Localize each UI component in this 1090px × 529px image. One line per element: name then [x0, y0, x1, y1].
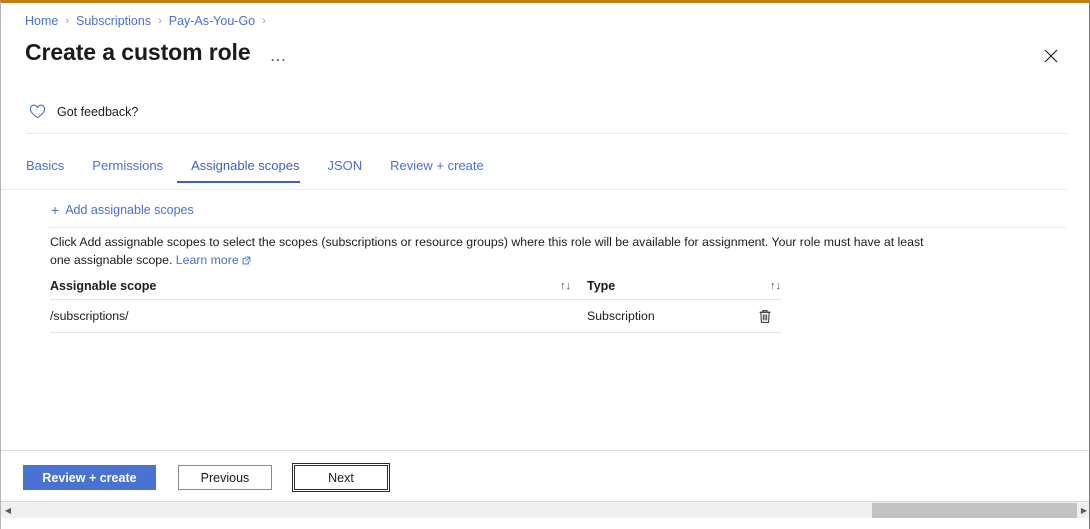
got-feedback-link[interactable]: Got feedback? [29, 104, 138, 119]
cell-type: Subscription [587, 309, 655, 323]
azure-portal-window: Home › Subscriptions › Pay-As-You-Go › C… [0, 0, 1090, 529]
close-button[interactable] [1038, 43, 1064, 69]
description-text: Click Add assignable scopes to select th… [50, 234, 940, 271]
scroll-left-arrow-icon[interactable]: ◀ [1, 502, 15, 519]
external-link-icon [242, 253, 251, 271]
tab-permissions[interactable]: Permissions [78, 158, 177, 183]
add-assignable-scopes-button[interactable]: + Add assignable scopes [49, 199, 196, 221]
breadcrumb-separator-icon: › [65, 15, 70, 27]
wizard-tabs: Basics Permissions Assignable scopes JSO… [26, 158, 498, 183]
breadcrumb-separator-icon: › [262, 15, 266, 27]
sort-icon[interactable]: ↑↓ [560, 280, 571, 292]
tab-json[interactable]: JSON [314, 158, 377, 183]
page-title: Create a custom role [25, 39, 251, 65]
footer-divider [1, 450, 1089, 451]
scroll-right-arrow-icon[interactable]: ▶ [1077, 502, 1089, 519]
breadcrumb-separator-icon: › [158, 15, 162, 27]
add-assignable-scopes-label: Add assignable scopes [65, 203, 194, 217]
breadcrumb-item-pay-as-you-go[interactable]: Pay-As-You-Go [169, 14, 255, 28]
clipped-content-strip [1, 518, 1089, 529]
tab-assignable-scopes[interactable]: Assignable scopes [177, 158, 313, 183]
tab-review-create[interactable]: Review + create [376, 158, 498, 183]
delete-icon [759, 309, 771, 323]
previous-button[interactable]: Previous [178, 465, 272, 490]
review-create-button[interactable]: Review + create [23, 465, 156, 490]
breadcrumb: Home › Subscriptions › Pay-As-You-Go › [25, 14, 266, 28]
column-header-assignable-scope: Assignable scope ↑↓ [50, 279, 579, 293]
delete-scope-button[interactable] [749, 309, 781, 324]
assignable-scopes-table: Assignable scope ↑↓ Type ↑↓ /subscriptio… [50, 273, 781, 333]
learn-more-link[interactable]: Learn more [176, 253, 239, 267]
table-header-row: Assignable scope ↑↓ Type ↑↓ [50, 273, 781, 300]
command-bar: + Add assignable scopes [49, 199, 196, 221]
table-row[interactable]: /subscriptions/ Subscription [50, 300, 781, 333]
title-row: Create a custom role … [25, 39, 291, 67]
tabs-divider [1, 189, 1067, 190]
feedback-divider [26, 133, 1067, 134]
scrollbar-track[interactable] [15, 502, 1077, 519]
sort-icon[interactable]: ↑↓ [770, 280, 781, 292]
scrollbar-thumb[interactable] [872, 502, 1077, 518]
column-header-type-label: Type [587, 279, 616, 293]
more-options-button[interactable]: … [267, 45, 292, 66]
horizontal-scrollbar[interactable]: ◀ ▶ [1, 501, 1089, 519]
close-icon [1044, 49, 1058, 63]
breadcrumb-item-home[interactable]: Home [25, 14, 58, 28]
plus-icon: + [51, 202, 60, 218]
breadcrumb-item-subscriptions[interactable]: Subscriptions [76, 14, 151, 28]
column-header-type: Type ↑↓ [579, 279, 781, 293]
cell-assignable-scope: /subscriptions/ [50, 309, 129, 323]
command-bar-divider [49, 227, 1067, 228]
tab-basics[interactable]: Basics [26, 158, 78, 183]
wizard-footer: Review + create Previous Next [23, 463, 390, 492]
clipped-content-sliver [1, 518, 761, 525]
column-header-assignable-scope-label: Assignable scope [50, 279, 157, 293]
create-custom-role-blade: Home › Subscriptions › Pay-As-You-Go › C… [1, 3, 1089, 497]
next-button[interactable]: Next [292, 463, 390, 492]
got-feedback-label: Got feedback? [57, 104, 139, 119]
heart-icon [29, 104, 46, 119]
